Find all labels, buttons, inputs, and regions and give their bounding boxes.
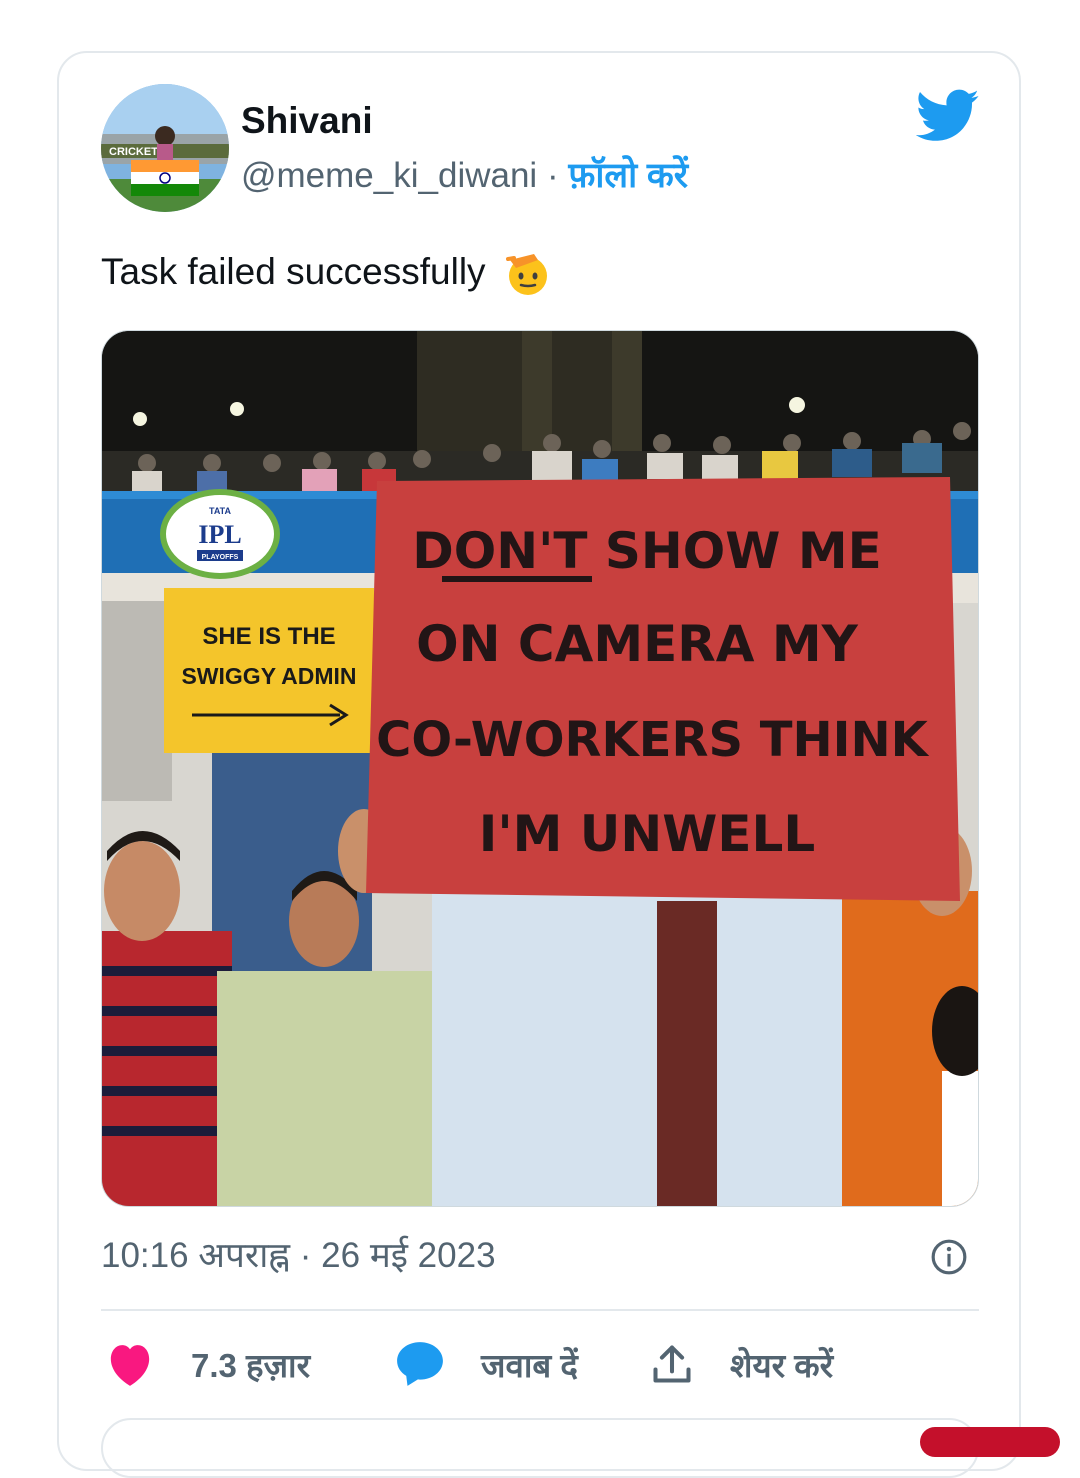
tweet-timestamp[interactable]: 10:16 अपराह्न · 26 मई 2023 bbox=[101, 1234, 496, 1278]
heart-icon bbox=[110, 1345, 150, 1386]
saluting-face-icon bbox=[505, 254, 547, 296]
like-count: 7.3 हज़ार bbox=[191, 1346, 311, 1384]
author-handle[interactable]: @meme_ki_diwani bbox=[241, 156, 537, 195]
ipl-logo-top: TATA bbox=[209, 506, 231, 516]
reply-label: जवाब दें bbox=[481, 1346, 578, 1384]
read-replies-button[interactable] bbox=[101, 1418, 979, 1478]
tweet-photo[interactable]: TATA IPL PLAYOFFS SHE IS THE SWIGGY ADMI… bbox=[101, 330, 979, 1207]
tweet-text: Task failed successfully bbox=[101, 250, 552, 298]
yellow-sign-line-1: SHE IS THE bbox=[202, 623, 335, 650]
cropped-red-element bbox=[920, 1427, 1060, 1457]
share-label: शेयर करें bbox=[730, 1346, 834, 1384]
share-button[interactable]: शेयर करें bbox=[650, 1338, 833, 1390]
avatar[interactable]: CRICKETKI bbox=[101, 84, 229, 212]
red-sign-line-2: ON CAMERA MY bbox=[416, 615, 858, 673]
red-sign-line-3: CO-WORKERS THINK bbox=[376, 712, 930, 768]
stadium-photo-illustration: TATA IPL PLAYOFFS SHE IS THE SWIGGY ADMI… bbox=[102, 331, 978, 1206]
ipl-logo-sub: PLAYOFFS bbox=[202, 554, 239, 561]
divider bbox=[101, 1309, 979, 1311]
info-icon[interactable] bbox=[930, 1238, 968, 1276]
separator-dot: · bbox=[546, 156, 559, 195]
like-button[interactable]: 7.3 हज़ार bbox=[105, 1338, 310, 1390]
yellow-sign-line-2: SWIGGY ADMIN bbox=[181, 663, 356, 689]
reply-bubble-icon bbox=[397, 1342, 443, 1386]
tweet-text-body: Task failed successfully bbox=[101, 251, 486, 292]
follow-button[interactable]: फ़ॉलो करें bbox=[568, 156, 688, 195]
author-handle-row: @meme_ki_diwani · फ़ॉलो करें bbox=[241, 155, 688, 197]
author-name[interactable]: Shivani bbox=[241, 100, 373, 142]
share-upload-icon bbox=[653, 1345, 691, 1383]
red-sign-line-4: I'M UNWELL bbox=[479, 805, 816, 863]
red-sign-line-1: DON'T SHOW ME bbox=[412, 522, 882, 580]
twitter-bird-icon[interactable] bbox=[916, 88, 980, 144]
reply-button[interactable]: जवाब दें bbox=[395, 1338, 578, 1390]
ipl-logo-main: IPL bbox=[198, 520, 241, 549]
